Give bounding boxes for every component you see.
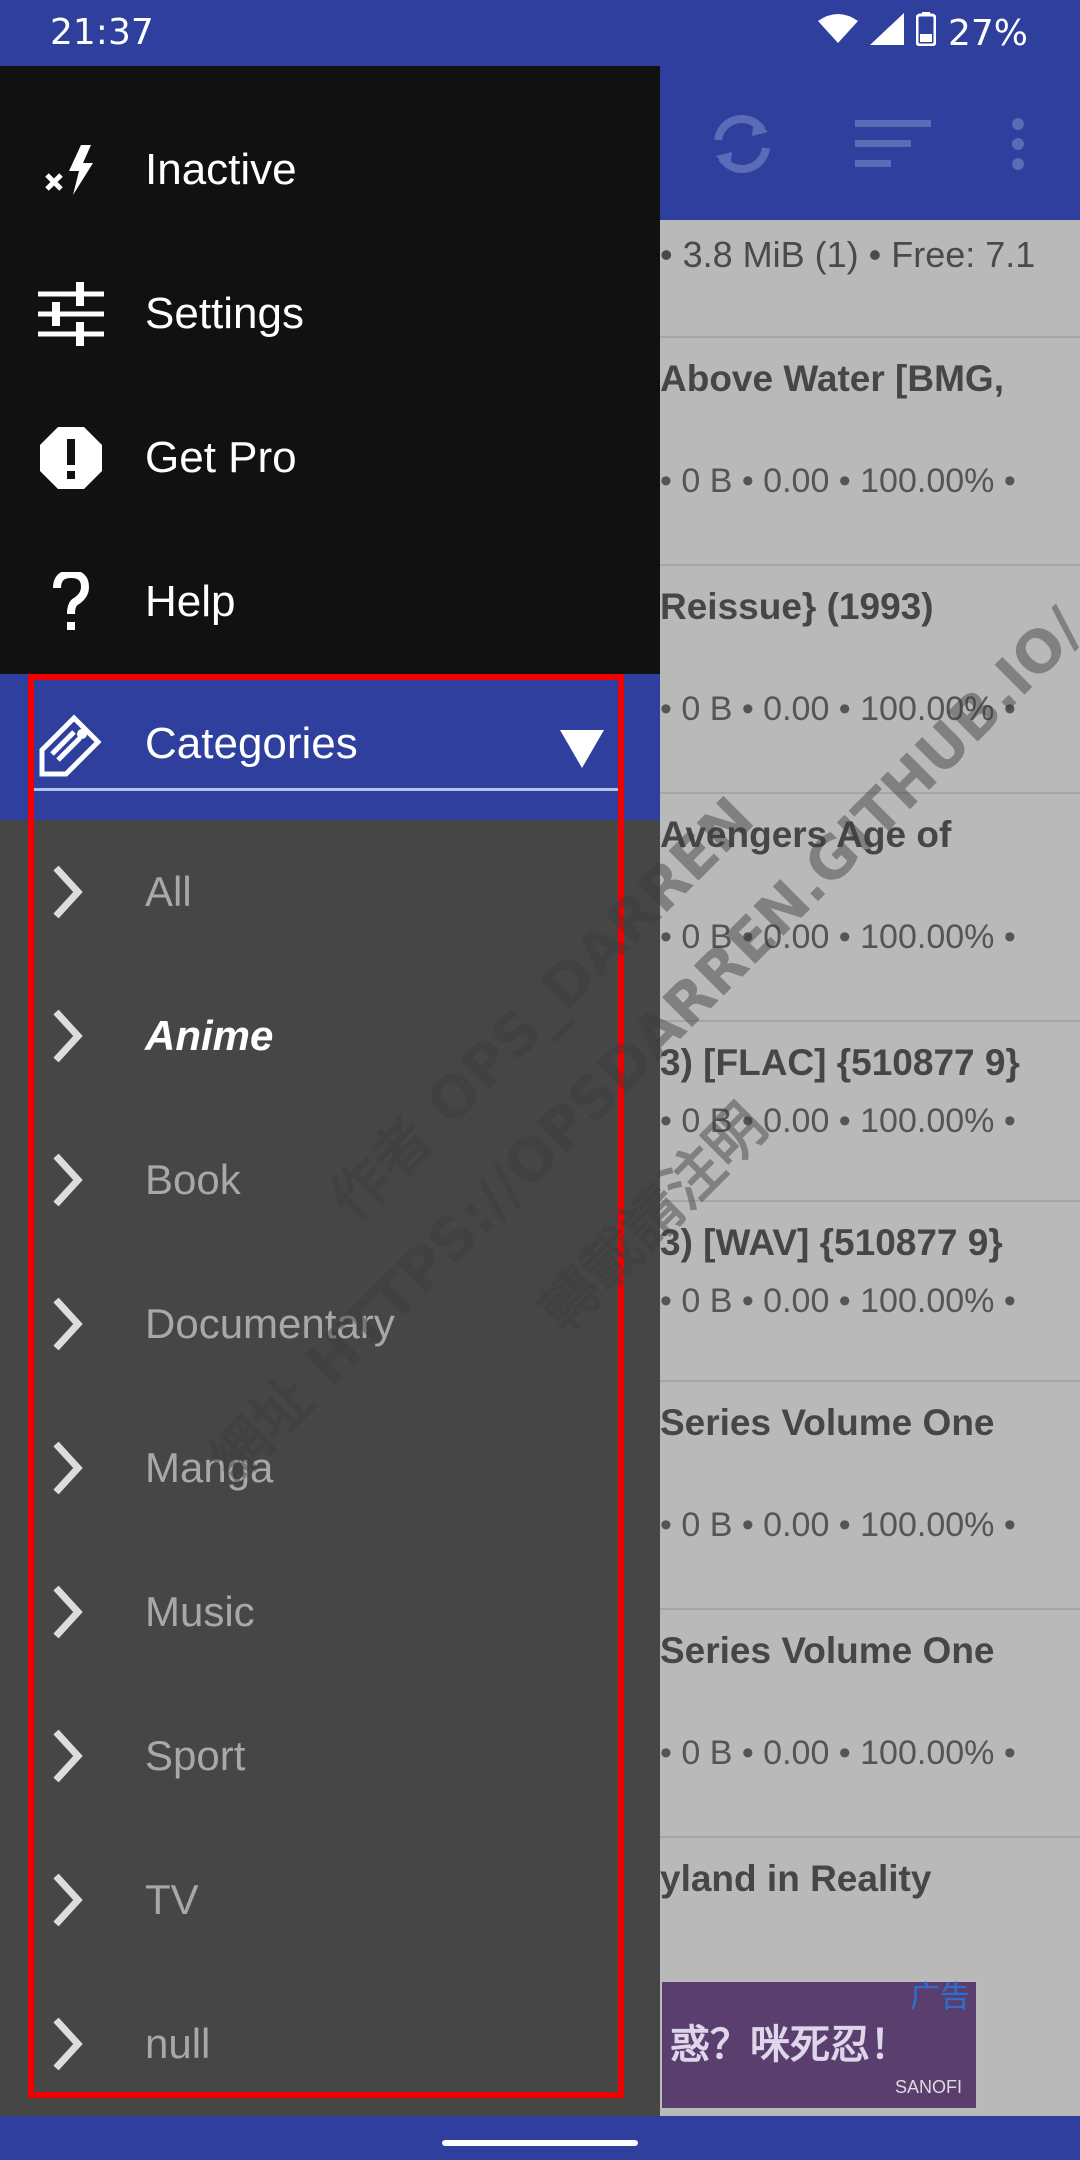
- question-icon: [36, 567, 106, 637]
- ad-label: 广告: [910, 1980, 970, 2015]
- chevron-right-icon: [50, 2016, 84, 2077]
- list-item[interactable]: Above Water [BMG, • 0 B • 0.00 • 100.00%…: [660, 336, 1080, 564]
- home-handle[interactable]: [442, 2140, 638, 2146]
- menu-item-help[interactable]: Help: [0, 530, 660, 674]
- chevron-right-icon: [50, 1008, 84, 1069]
- battery-percent: 27%: [947, 13, 1028, 54]
- category-label: Music: [145, 1588, 255, 1635]
- chevron-right-icon: [50, 864, 84, 925]
- wifi-icon: [817, 13, 858, 54]
- menu-item-get-pro[interactable]: Get Pro: [0, 386, 660, 530]
- chevron-right-icon: [50, 1728, 84, 1789]
- category-label: Book: [145, 1156, 241, 1203]
- ad-brand: SANOFI: [894, 2077, 962, 2097]
- status-icons: 27%: [817, 12, 1028, 55]
- sliders-icon: [36, 279, 106, 349]
- category-item-all[interactable]: All: [0, 820, 660, 964]
- navigation-drawer: Inactive Settings Get Pro Help Categorie…: [0, 66, 660, 2116]
- list-item[interactable]: Avengers Age of • 0 B • 0.00 • 100.00% •: [660, 792, 1080, 1020]
- category-item-documentary[interactable]: Documentary: [0, 1252, 660, 1396]
- chevron-right-icon: [50, 1152, 84, 1213]
- menu-item-inactive[interactable]: Inactive: [0, 98, 660, 242]
- sort-icon[interactable]: [855, 118, 931, 175]
- menu-label: Inactive: [145, 145, 297, 194]
- tag-edit-icon: [38, 714, 102, 783]
- list-item[interactable]: Series Volume One • 0 B • 0.00 • 100.00%…: [660, 1380, 1080, 1608]
- list-summary: • 3.8 MiB (1) • Free: 7.1: [660, 234, 1036, 275]
- list-item[interactable]: Series Volume One • 0 B • 0.00 • 100.00%…: [660, 1608, 1080, 1836]
- menu-label: Get Pro: [145, 433, 297, 482]
- categories-label: Categories: [145, 719, 358, 768]
- category-label: TV: [145, 1876, 199, 1923]
- list-item[interactable]: 3) [FLAC] {510877 9} • 0 B • 0.00 • 100.…: [660, 1020, 1080, 1200]
- signal-icon: [869, 13, 904, 54]
- chevron-right-icon: [50, 1296, 84, 1357]
- chevron-right-icon: [50, 1584, 84, 1645]
- category-item-book[interactable]: Book: [0, 1108, 660, 1252]
- drawer-menu: Inactive Settings Get Pro Help: [0, 66, 660, 674]
- menu-label: Help: [145, 577, 236, 626]
- alert-octagon-icon: [36, 423, 106, 493]
- torrent-list: • 3.8 MiB (1) • Free: 7.1 Above Water [B…: [660, 220, 1080, 2116]
- category-item-tv[interactable]: TV: [0, 1828, 660, 1972]
- category-label: Sport: [145, 1732, 246, 1779]
- menu-label: Settings: [145, 289, 304, 338]
- category-label: Manga: [145, 1444, 274, 1491]
- list-item[interactable]: 3) [WAV] {510877 9} • 0 B • 0.00 • 100.0…: [660, 1200, 1080, 1380]
- chevron-right-icon: [50, 1440, 84, 1501]
- battery-icon: [915, 12, 937, 55]
- menu-item-settings[interactable]: Settings: [0, 242, 660, 386]
- categories-header[interactable]: Categories: [0, 674, 660, 820]
- chevron-right-icon: [50, 1872, 84, 1933]
- category-label: Anime: [145, 1012, 274, 1059]
- more-icon[interactable]: [1010, 118, 1026, 175]
- status-time: 21:37: [50, 12, 154, 53]
- inactive-icon: [36, 135, 106, 205]
- category-label: Documentary: [145, 1300, 395, 1347]
- refresh-icon[interactable]: [708, 110, 776, 183]
- category-item-null[interactable]: null: [0, 1972, 660, 2116]
- list-item[interactable]: Reissue} (1993) • 0 B • 0.00 • 100.00% •: [660, 564, 1080, 792]
- category-item-sport[interactable]: Sport: [0, 1684, 660, 1828]
- category-item-anime[interactable]: Anime: [0, 964, 660, 1108]
- dropdown-triangle-icon: [560, 730, 604, 773]
- app-toolbar: [660, 66, 1080, 220]
- categories-underline: [34, 788, 618, 791]
- navigation-bar: [0, 2116, 1080, 2160]
- category-label: null: [145, 2020, 211, 2067]
- ad-banner[interactable]: 惑？咪死忍！ 广告 SANOFI: [660, 1980, 978, 2110]
- category-item-manga[interactable]: Manga: [0, 1396, 660, 1540]
- ad-text: 惑？咪死忍！: [670, 2022, 910, 2068]
- status-bar: 21:37 27%: [0, 0, 1080, 66]
- category-label: All: [145, 868, 192, 915]
- category-item-music[interactable]: Music: [0, 1540, 660, 1684]
